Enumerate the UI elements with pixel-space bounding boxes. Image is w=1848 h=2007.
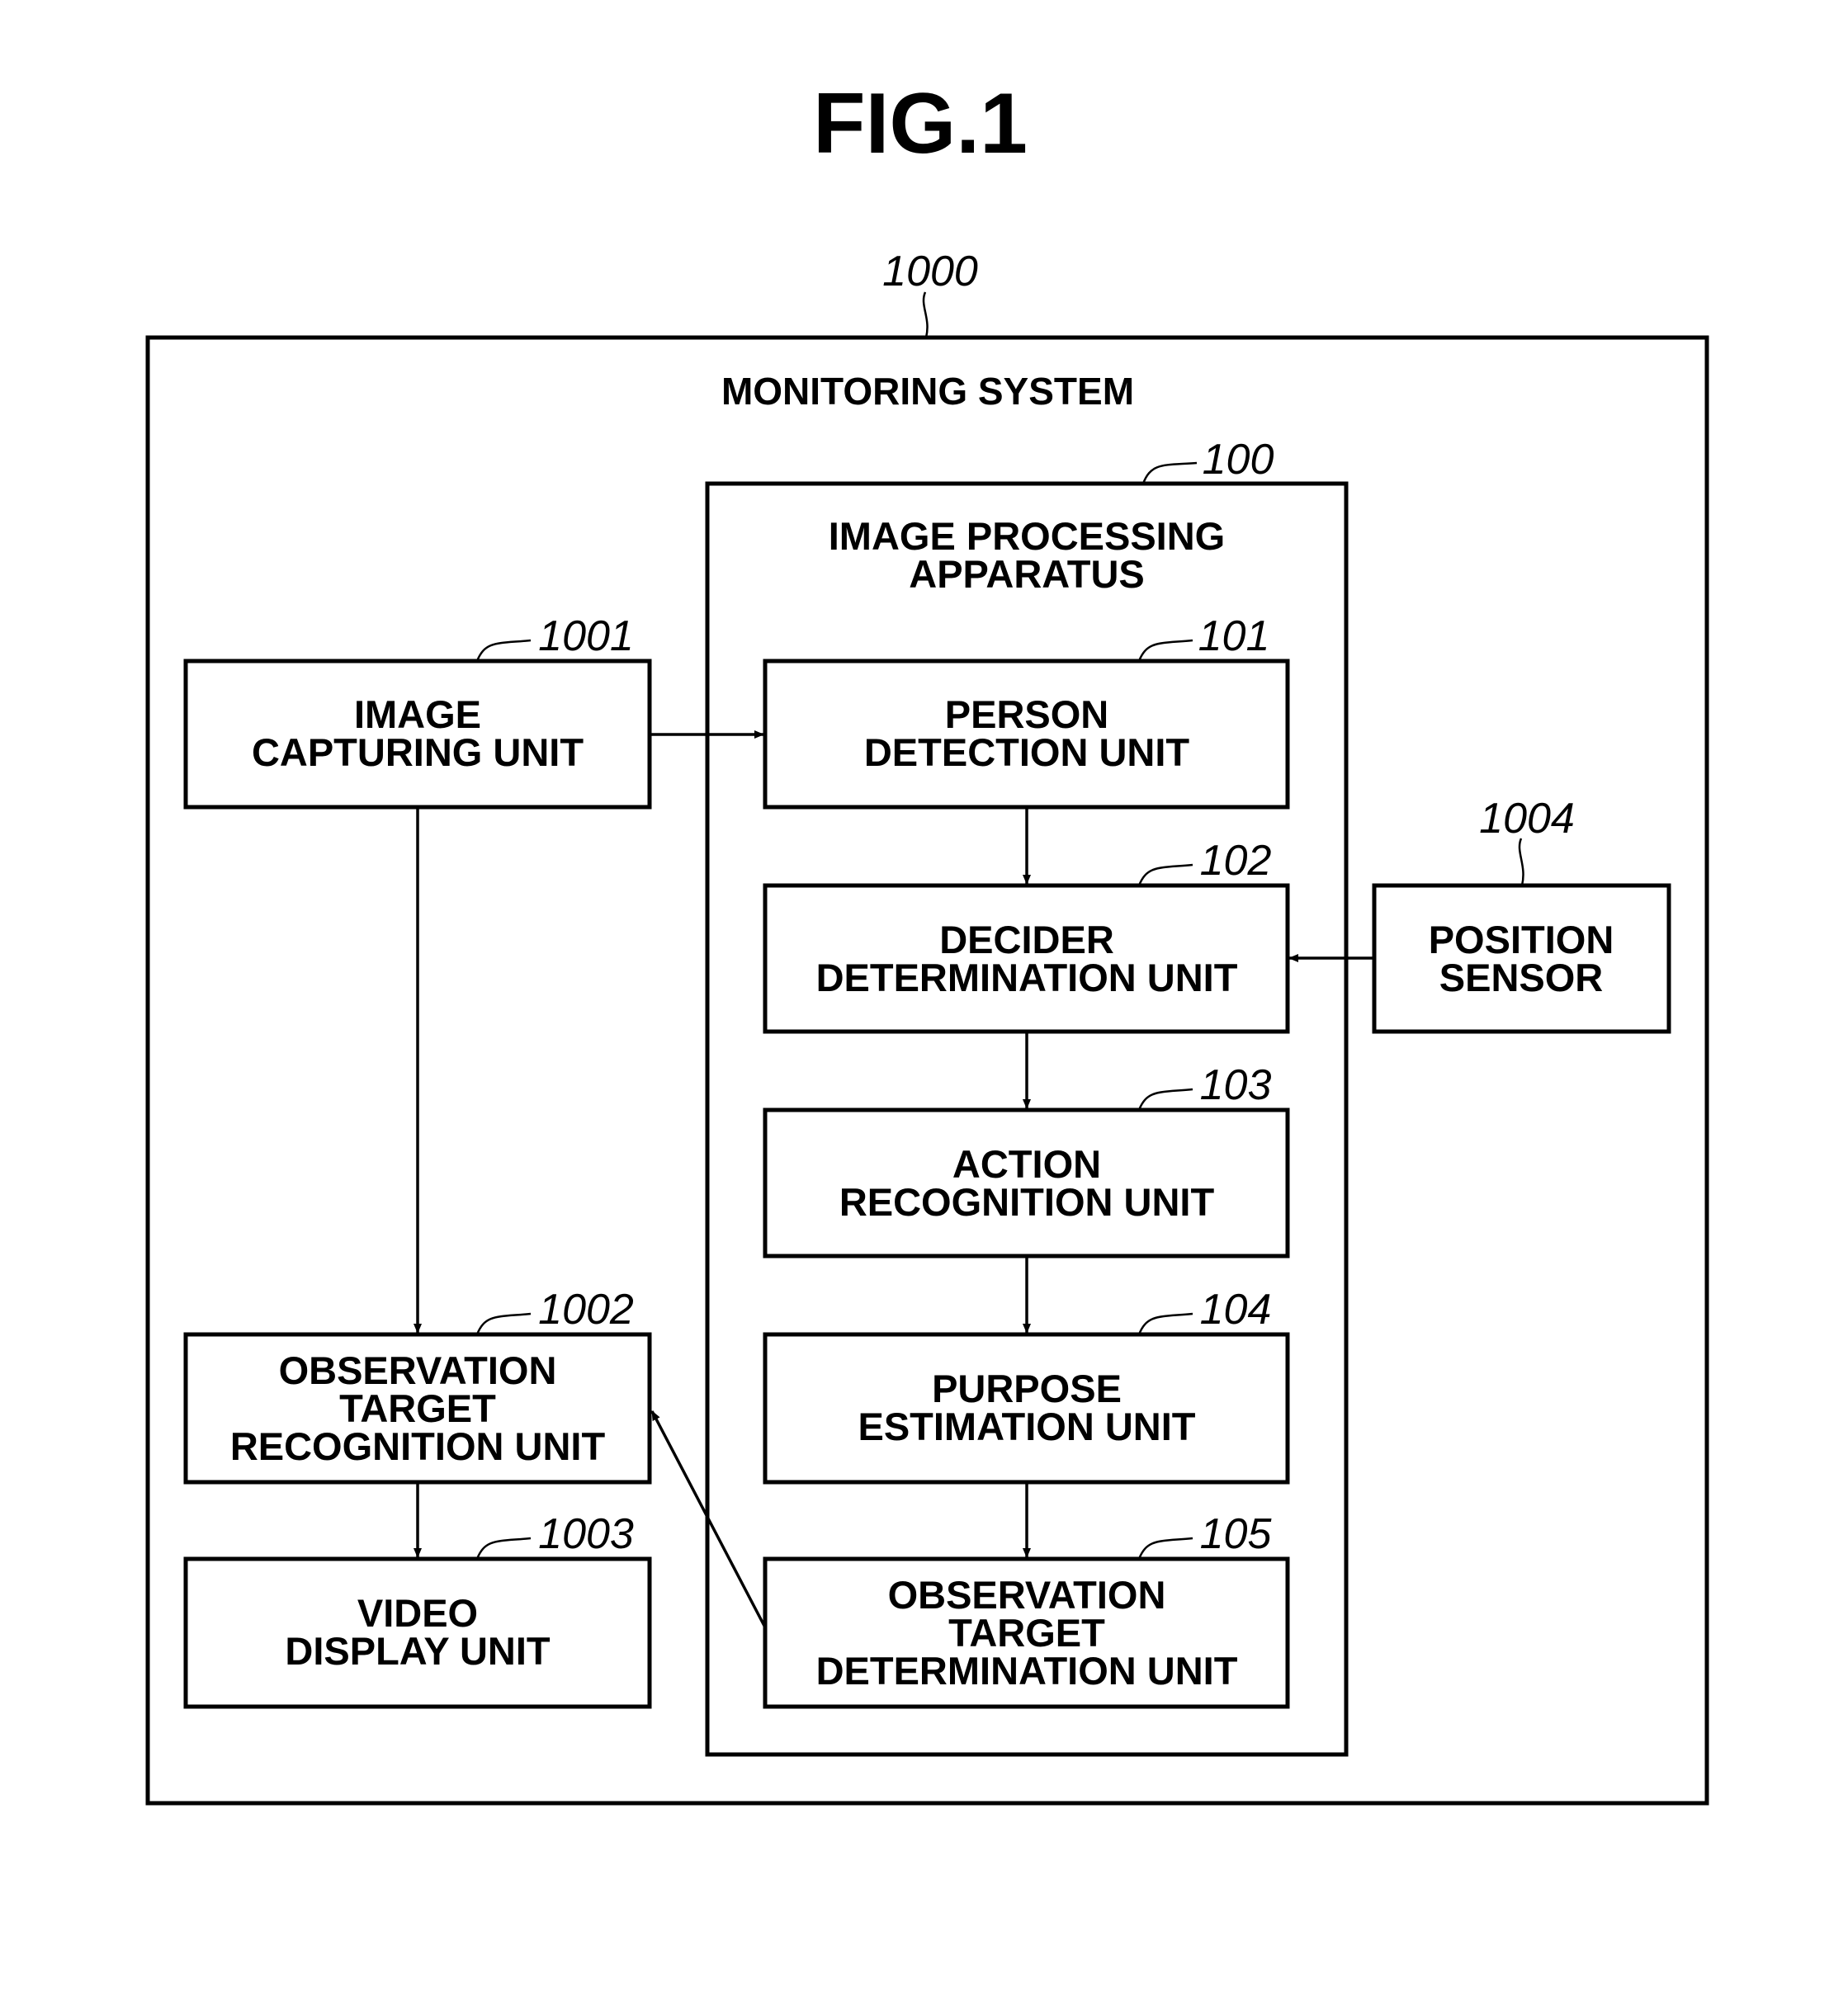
block-diagram: FIG.1 1000 MONITORING SYSTEM 100 IMAGE P… (145, 76, 1709, 1806)
ref-label-1004: 1004 (1479, 795, 1575, 843)
block-label-line: CAPTURING UNIT (252, 730, 584, 774)
ref-label-103: 103 (1200, 1061, 1272, 1109)
ref-label-104: 104 (1200, 1286, 1272, 1334)
block-label-line: SENSOR (1439, 956, 1604, 999)
leader-line-1000 (922, 291, 929, 338)
block-label-line: DETERMINATION UNIT (816, 956, 1238, 999)
block-label-line: DETECTION UNIT (864, 730, 1190, 774)
ref-label-102: 102 (1200, 837, 1272, 885)
block-label-line: ESTIMATION UNIT (858, 1405, 1195, 1448)
ref-label-101: 101 (1198, 612, 1270, 660)
ref-label-105: 105 (1200, 1510, 1273, 1558)
system-title: MONITORING SYSTEM (721, 370, 1134, 413)
block-label-line: RECOGNITION UNIT (230, 1424, 606, 1468)
ref-label-1001: 1001 (538, 612, 634, 660)
block-label-line: DETERMINATION UNIT (816, 1649, 1238, 1693)
ref-label-100: 100 (1203, 436, 1274, 484)
block-label-line: RECOGNITION UNIT (839, 1180, 1215, 1224)
figure-title: FIG.1 (813, 76, 1028, 172)
block-label-line: DISPLAY UNIT (285, 1629, 551, 1673)
apparatus-title-line-2: APPARATUS (909, 552, 1145, 596)
ref-label-1002: 1002 (538, 1286, 634, 1334)
ref-label-1003: 1003 (538, 1510, 634, 1558)
ref-label-1000: 1000 (882, 248, 978, 295)
